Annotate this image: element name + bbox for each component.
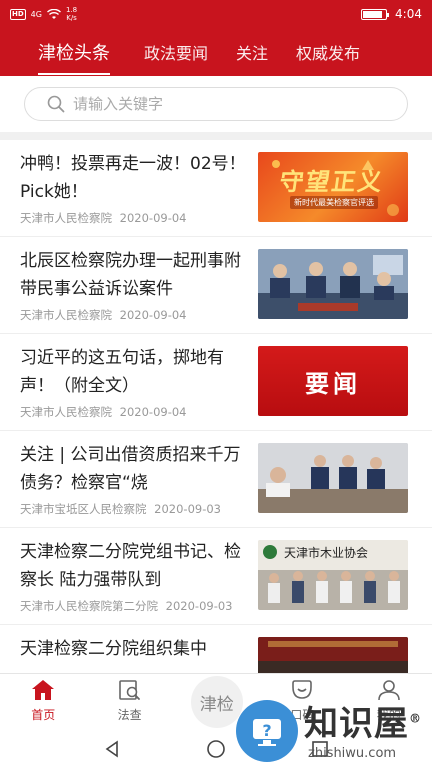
news-item[interactable]: 天津检察二分院组织集中 [0, 625, 432, 673]
watermark-name: 知识屋 [304, 704, 409, 744]
meeting-photo [258, 249, 408, 319]
speed-unit: K/s [66, 14, 77, 22]
news-item[interactable]: 关注 | 公司出借资质招来千万债务？检察官“烧 天津市宝坻区人民检察院 2020… [0, 431, 432, 528]
news-title[interactable]: 北辰区检察院办理一起刑事附带民事公益诉讼案件 [20, 247, 248, 303]
news-source: 天津市人民检察院第二分院 [20, 599, 158, 613]
news-source: 天津市宝坻区人民检察院 [20, 502, 147, 516]
speed-value: 1.8 [65, 6, 78, 14]
home-circle-icon[interactable] [206, 739, 226, 759]
watermark-url: zhishiwu.com [308, 746, 397, 761]
thumb-headline: 守望正义 [277, 167, 386, 196]
news-thumbnail[interactable]: 守望正义 新时代最美检察官评选 [258, 152, 408, 222]
watermark: ? 知识屋® zhishiwu.com [234, 694, 432, 768]
news-meta: 天津市宝坻区人民检察院 2020-09-03 [20, 501, 221, 517]
search-box[interactable] [24, 87, 408, 121]
law-search-icon [118, 680, 140, 700]
tab-official-release[interactable]: 权威发布 [282, 40, 374, 64]
battery-fill [363, 10, 383, 18]
status-left: HD 4G 1.8 K/s [10, 6, 77, 22]
search-input[interactable] [73, 95, 373, 113]
news-item[interactable]: 冲鸭！投票再走一波！02号！Pick她！ 天津市人民检察院 2020-09-04… [0, 140, 432, 237]
news-meta: 天津市人民检察院 2020-09-04 [20, 307, 187, 323]
nav-label: 法查 [117, 708, 142, 722]
category-tabs: 津检头条 政法要闻 关注 权威发布 [0, 28, 432, 76]
news-title[interactable]: 冲鸭！投票再走一波！02号！Pick她！ [20, 150, 248, 206]
status-bar: HD 4G 1.8 K/s 4:04 [0, 0, 432, 28]
nav-home[interactable]: 首页 [0, 674, 86, 729]
svg-text:?: ? [262, 721, 271, 740]
watermark-text: 知识屋® [304, 696, 422, 745]
news-thumbnail[interactable]: 要闻 [258, 346, 408, 416]
watermark-registered: ® [409, 711, 422, 726]
news-date: 2020-09-04 [119, 405, 187, 419]
news-date: 2020-09-03 [154, 502, 221, 516]
hd-indicator: HD [10, 8, 26, 20]
nav-law-search[interactable]: 法查 [86, 674, 172, 729]
news-meta: 天津市人民检察院第二分院 2020-09-03 [20, 598, 233, 614]
section-divider [0, 132, 432, 140]
thumb-subtitle: 新时代最美检察官评选 [290, 196, 378, 209]
news-thumbnail[interactable]: 天津市木业协会 [258, 540, 408, 610]
news-thumbnail[interactable] [258, 249, 408, 319]
nav-label: 首页 [31, 708, 56, 722]
battery-icon [361, 8, 390, 20]
news-thumbnail[interactable] [258, 637, 408, 673]
search-area [0, 76, 432, 132]
news-source: 天津市人民检察院 [20, 308, 112, 322]
status-right: 4:04 [361, 7, 422, 21]
news-date: 2020-09-04 [119, 211, 187, 225]
tab-follow[interactable]: 关注 [222, 40, 282, 64]
network-type: 4G [30, 9, 42, 19]
search-icon [47, 95, 65, 113]
news-item[interactable]: 北辰区检察院办理一起刑事附带民事公益诉讼案件 天津市人民检察院 2020-09-… [0, 237, 432, 334]
news-thumbnail[interactable] [258, 443, 408, 513]
tab-politics-news[interactable]: 政法要闻 [130, 40, 222, 64]
news-title[interactable]: 天津检察二分院党组书记、检察长 陆力强带队到 [20, 538, 248, 594]
thumb-headline: 要闻 [305, 369, 361, 398]
watermark-logo-icon: ? [236, 700, 298, 762]
news-date: 2020-09-04 [119, 308, 187, 322]
news-source: 天津市人民检察院 [20, 211, 112, 225]
tab-headlines[interactable]: 津检头条 [0, 39, 130, 75]
news-source: 天津市人民检察院 [20, 405, 112, 419]
news-meta: 天津市人民检察院 2020-09-04 [20, 210, 187, 226]
clock: 4:04 [395, 7, 422, 21]
news-title[interactable]: 关注 | 公司出借资质招来千万债务？检察官“烧 [20, 441, 248, 497]
news-list: 冲鸭！投票再走一波！02号！Pick她！ 天津市人民检察院 2020-09-04… [0, 140, 432, 673]
news-date: 2020-09-03 [165, 599, 233, 613]
home-icon [32, 680, 55, 700]
network-speed: 1.8 K/s [66, 6, 77, 22]
thumb-headline: 天津市木业协会 [284, 546, 369, 560]
back-icon[interactable] [103, 739, 121, 758]
news-title[interactable]: 天津检察二分院组织集中 [20, 635, 248, 663]
meeting-photo [258, 637, 408, 661]
news-item[interactable]: 天津检察二分院党组书记、检察长 陆力强带队到 天津市人民检察院第二分院 2020… [0, 528, 432, 625]
news-item[interactable]: 习近平的这五句话，掷地有声！（附全文） 天津市人民检察院 2020-09-04 … [0, 334, 432, 431]
news-title[interactable]: 习近平的这五句话，掷地有声！（附全文） [20, 344, 248, 400]
news-meta: 天津市人民检察院 2020-09-04 [20, 404, 187, 420]
meeting-photo [258, 443, 408, 513]
wifi-icon [46, 8, 61, 19]
